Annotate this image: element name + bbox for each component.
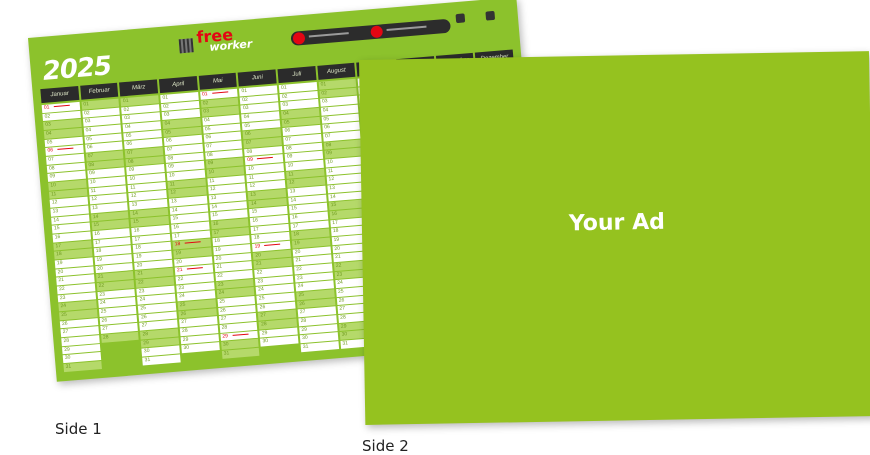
contact-line [386, 25, 427, 31]
phone-icon [292, 31, 306, 45]
month-header: Juni [237, 69, 277, 87]
empty-cell [182, 351, 220, 362]
empty-cell [103, 358, 141, 369]
month-header: Mai [198, 72, 238, 90]
empty-cell [261, 345, 299, 356]
ad-side-2: Your Ad [359, 51, 870, 425]
month-header: Februar [79, 82, 119, 100]
month-header: April [158, 76, 198, 94]
facebook-icon [455, 13, 466, 24]
month-header: Juli [277, 66, 317, 84]
contact-bar [290, 18, 452, 46]
day-cell: 31 [221, 347, 260, 359]
qr-code-icon [178, 38, 194, 54]
caption-side-2: Side 2 [362, 437, 409, 455]
calendar-year: 2025 [41, 51, 113, 87]
day-cell: 31 [142, 354, 181, 366]
freeworker-logo: free worker [196, 25, 253, 54]
day-cell: 31 [300, 341, 339, 353]
day-cell: 31 [63, 361, 102, 372]
email-icon [370, 25, 384, 39]
month-header: August [317, 62, 356, 80]
month-header: Januar [40, 85, 80, 104]
logo-worker-text: worker [208, 37, 253, 54]
caption-side-1: Side 1 [55, 420, 102, 438]
product-preview: 2025 free worker Januar Februar März April M… [0, 0, 870, 455]
ad-placeholder-text: Your Ad [568, 209, 666, 237]
month-header: März [119, 79, 159, 97]
instagram-icon [485, 10, 496, 21]
contact-line [308, 32, 349, 38]
